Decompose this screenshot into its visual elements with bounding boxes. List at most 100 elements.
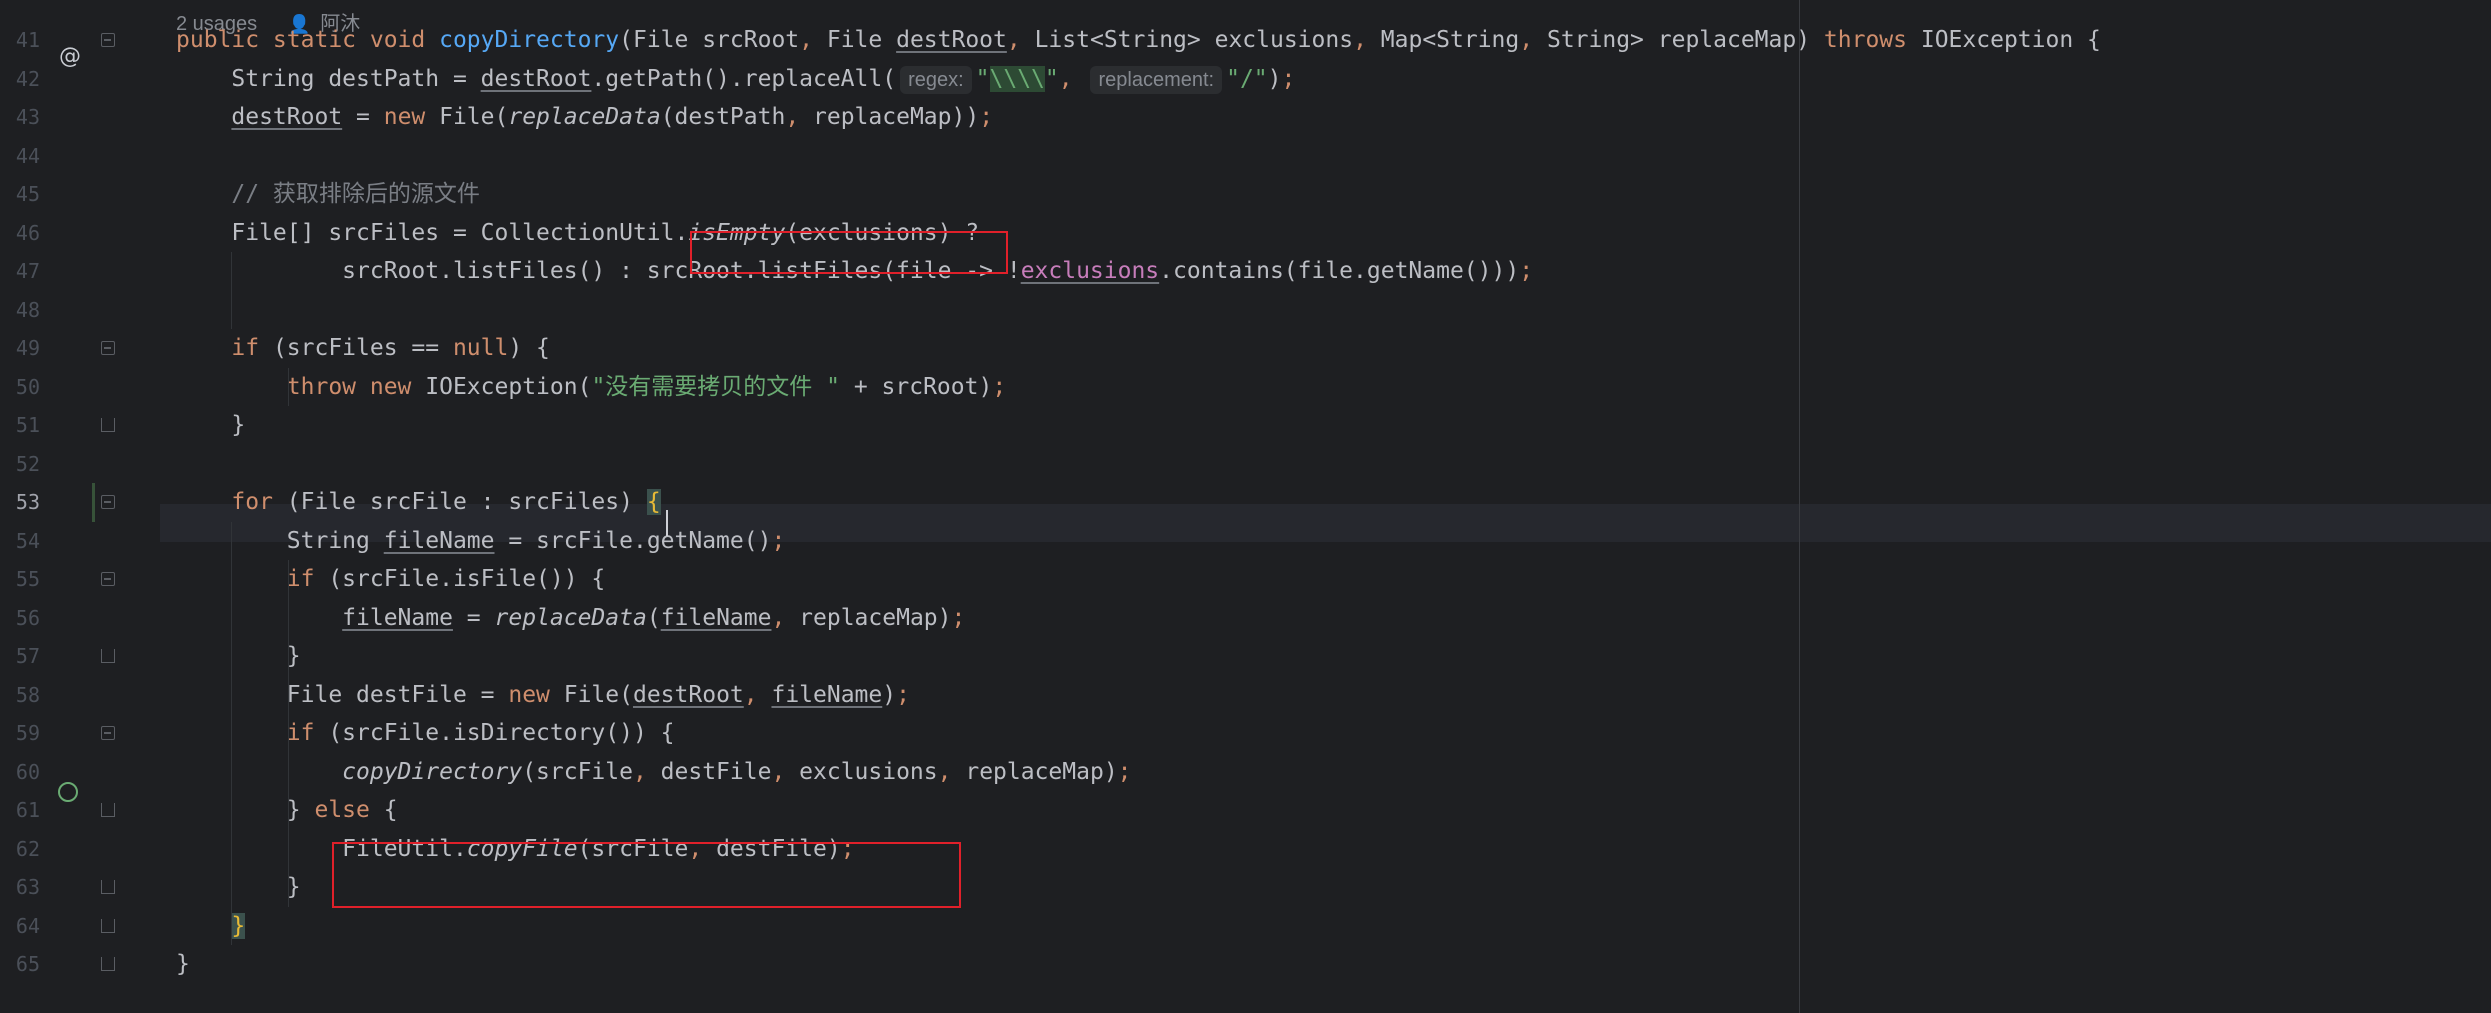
code-line[interactable]: 55 if (srcFile.isFile()) {: [0, 560, 2491, 599]
code-token: if: [286, 566, 329, 592]
code-line[interactable]: 41 public static void copyDirectory(File …: [0, 21, 2491, 60]
line-number[interactable]: 47: [0, 252, 40, 291]
code-text[interactable]: }: [176, 907, 246, 946]
fold-end-icon[interactable]: [101, 649, 115, 663]
code-line[interactable]: 44: [0, 137, 2491, 176]
code-token: public static void: [176, 27, 440, 53]
code-token: new: [508, 681, 564, 708]
line-number[interactable]: 41: [0, 21, 40, 60]
code-text[interactable]: File destFile = new File(destRoot, fileN…: [176, 676, 910, 715]
line-number[interactable]: 49: [0, 329, 40, 368]
code-text[interactable]: } else {: [176, 791, 398, 830]
code-token: ;: [992, 373, 1007, 400]
fold-end-icon[interactable]: [101, 957, 115, 971]
line-number[interactable]: 43: [0, 98, 40, 137]
line-number[interactable]: 58: [0, 676, 40, 715]
code-line[interactable]: 49 if (srcFiles == null) {: [0, 329, 2491, 368]
line-number[interactable]: 54: [0, 522, 40, 561]
line-number[interactable]: 61: [0, 791, 40, 830]
code-token: replaceMap): [799, 604, 952, 631]
code-line[interactable]: 64 }: [0, 907, 2491, 946]
code-text[interactable]: copyDirectory(srcFile, destFile, exclusi…: [176, 753, 1131, 792]
code-text[interactable]: }: [176, 406, 245, 445]
indent-guide: [231, 521, 232, 945]
fold-end-icon[interactable]: [101, 803, 115, 817]
code-line[interactable]: 53 for (File srcFile : srcFiles) {: [0, 483, 2491, 522]
code-text[interactable]: // 获取排除后的源文件: [176, 175, 480, 214]
line-number[interactable]: 63: [0, 868, 40, 907]
code-line[interactable]: 59 if (srcFile.isDirectory()) {: [0, 714, 2491, 753]
line-number[interactable]: 60: [0, 753, 40, 792]
code-text[interactable]: if (srcFiles == null) {: [176, 329, 550, 368]
line-number[interactable]: 52: [0, 445, 40, 484]
code-text[interactable]: destRoot = new File(replaceData(destPath…: [176, 98, 993, 137]
line-number[interactable]: 44: [0, 137, 40, 176]
fold-end-icon[interactable]: [101, 880, 115, 894]
fold-toggle-icon[interactable]: [101, 726, 115, 740]
line-number[interactable]: 59: [0, 714, 40, 753]
code-line[interactable]: 51 }: [0, 406, 2491, 445]
line-number[interactable]: 45: [0, 175, 40, 214]
code-line[interactable]: 45 // 获取排除后的源文件: [0, 175, 2491, 214]
code-line[interactable]: 52: [0, 445, 2491, 484]
recursive-call-icon[interactable]: [58, 782, 78, 802]
fold-end-icon[interactable]: [101, 418, 115, 432]
vcs-change-marker[interactable]: [92, 483, 95, 522]
line-number[interactable]: 48: [0, 291, 40, 330]
code-text[interactable]: if (srcFile.isFile()) {: [176, 560, 606, 599]
line-number[interactable]: 51: [0, 406, 40, 445]
code-line[interactable]: 65}: [0, 945, 2491, 984]
code-token: IOException {: [1920, 27, 2101, 53]
code-token: ;: [771, 527, 786, 554]
code-token: for: [231, 489, 287, 515]
code-line[interactable]: 56 fileName = replaceData(fileName, repl…: [0, 599, 2491, 638]
fold-toggle-icon[interactable]: [101, 572, 115, 586]
code-token: (File srcRoot: [619, 27, 800, 53]
code-text[interactable]: String destPath = destRoot.getPath().rep…: [176, 60, 1295, 99]
line-number[interactable]: 50: [0, 368, 40, 407]
line-number[interactable]: 64: [0, 907, 40, 946]
fold-toggle-icon[interactable]: [101, 341, 115, 355]
code-line[interactable]: 58 File destFile = new File(destRoot, fi…: [0, 676, 2491, 715]
code-text[interactable]: String fileName = srcFile.getName();: [176, 522, 786, 561]
line-number[interactable]: 65: [0, 945, 40, 984]
code-text[interactable]: for (File srcFile : srcFiles) {: [176, 483, 661, 522]
code-token: =: [452, 604, 495, 631]
code-editor[interactable]: 2 usages 👤 阿沐 41 public static void copyD…: [0, 0, 2491, 1013]
line-number[interactable]: 57: [0, 637, 40, 676]
fold-toggle-icon[interactable]: [101, 495, 115, 509]
line-number[interactable]: 42: [0, 60, 40, 99]
code-line[interactable]: 43 destRoot = new File(replaceData(destP…: [0, 98, 2491, 137]
code-text[interactable]: throw new IOException("没有需要拷贝的文件 " + src…: [176, 368, 1006, 407]
line-number[interactable]: 56: [0, 599, 40, 638]
line-number[interactable]: 62: [0, 830, 40, 869]
code-line[interactable]: 50 throw new IOException("没有需要拷贝的文件 " + …: [0, 368, 2491, 407]
code-token: ,: [771, 604, 800, 631]
code-line[interactable]: 48: [0, 291, 2491, 330]
code-text[interactable]: fileName = replaceData(fileName, replace…: [176, 599, 965, 638]
line-number[interactable]: 55: [0, 560, 40, 599]
code-line[interactable]: 57 }: [0, 637, 2491, 676]
line-number[interactable]: 46: [0, 214, 40, 253]
code-line[interactable]: 42 String destPath = destRoot.getPath().…: [0, 60, 2491, 99]
code-line[interactable]: 61 } else {: [0, 791, 2491, 830]
code-line[interactable]: 54 String fileName = srcFile.getName();: [0, 522, 2491, 561]
code-token: (srcFiles ==: [272, 335, 453, 361]
code-line[interactable]: 46 File[] srcFiles = CollectionUtil.isEm…: [0, 214, 2491, 253]
code-text[interactable]: }: [176, 945, 190, 984]
code-line[interactable]: 47 srcRoot.listFiles() : srcRoot.listFil…: [0, 252, 2491, 291]
code-line[interactable]: 60 copyDirectory(srcFile, destFile, excl…: [0, 753, 2491, 792]
code-text[interactable]: if (srcFile.isDirectory()) {: [176, 714, 675, 753]
code-text[interactable]: public static void copyDirectory(File sr…: [176, 21, 2101, 60]
indent-guide: [288, 367, 289, 406]
line-number[interactable]: 53: [0, 483, 40, 522]
code-token: "没有需要拷贝的文件 ": [591, 373, 840, 400]
code-token: ,: [632, 758, 661, 785]
override-at-icon[interactable]: @: [59, 45, 81, 69]
code-text[interactable]: }: [176, 868, 301, 907]
fold-toggle-icon[interactable]: [101, 33, 115, 47]
fold-end-icon[interactable]: [101, 918, 115, 933]
code-text[interactable]: }: [176, 637, 301, 676]
